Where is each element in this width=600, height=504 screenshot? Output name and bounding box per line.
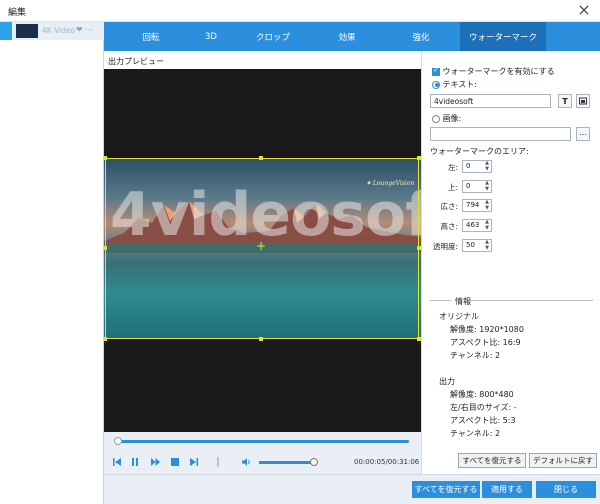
original-resolution: 解像度: 1920*1080 [450, 325, 524, 334]
opacity-label: 透明度: [432, 242, 458, 251]
height-value: 463 [466, 221, 480, 229]
opacity-value: 50 [466, 241, 475, 249]
height-label: 高さ: [440, 222, 458, 231]
tab-3d[interactable]: 3D [188, 22, 234, 51]
reset-default-button[interactable]: デフォルトに戻す [529, 453, 597, 468]
top-label: 上: [447, 183, 458, 192]
height-stepper[interactable]: 463 ▲ ▼ [462, 219, 492, 232]
footer-restore-all-button[interactable]: すべてを復元する [412, 481, 480, 498]
text-radio[interactable] [432, 80, 440, 89]
controls-divider [217, 457, 219, 467]
fast-forward-icon[interactable] [150, 457, 160, 467]
info-divider-right [470, 300, 593, 301]
tab-crop[interactable]: クロップ [234, 22, 312, 51]
left-stepper[interactable]: 0 ▲ ▼ [462, 160, 492, 173]
stepper-arrows-icon[interactable]: ▲ ▼ [485, 160, 489, 172]
skip-start-icon[interactable] [112, 457, 122, 467]
original-channels: チャンネル: 2 [450, 351, 501, 360]
text-style-icon[interactable]: T [558, 94, 572, 108]
volume-icon[interactable] [242, 457, 252, 467]
image-option-row[interactable]: 画像: [432, 113, 461, 124]
original-aspect: アスペクト比: 16:9 [450, 338, 521, 347]
output-resolution: 解像度: 800*480 [450, 390, 514, 399]
clip-thumbnail [16, 24, 38, 38]
image-radio[interactable] [432, 114, 440, 123]
title-bar: 編集 [0, 0, 600, 22]
watermark-text-input[interactable]: 4videosoft [430, 94, 551, 108]
output-channels: チャンネル: 2 [450, 429, 501, 438]
top-stepper[interactable]: 0 ▲ ▼ [462, 180, 492, 193]
info-divider-left [430, 300, 451, 301]
player-controls: 00:00:05/00:31:06 [104, 432, 421, 474]
edit-tabs: 回転 3D クロップ 効果 強化 ウォーターマーク [104, 22, 600, 51]
clip-list-panel: 4K Video ❤ ⋯ [0, 22, 104, 504]
watermark-area-label: ウォーターマークのエリア: [430, 147, 529, 156]
resize-handle-top[interactable] [259, 156, 263, 160]
text-option-row[interactable]: テキスト: [432, 79, 477, 90]
footer-bar: すべてを復元する 適用する 閉じる [104, 474, 600, 504]
resize-handle-tl[interactable] [103, 156, 107, 160]
text-color-icon[interactable] [576, 94, 590, 108]
pause-icon[interactable] [130, 457, 140, 467]
clip-selection-marker [0, 22, 12, 40]
volume-knob[interactable] [310, 458, 318, 466]
left-value: 0 [466, 162, 471, 170]
output-eye-size: 左/右目のサイズ: - [450, 403, 517, 412]
tab-rotate[interactable]: 回転 [114, 22, 188, 51]
restore-all-button[interactable]: すべてを復元する [458, 453, 526, 468]
center-crosshair-icon[interactable]: + [256, 239, 266, 253]
enable-watermark-checkbox[interactable] [432, 66, 440, 76]
progress-knob[interactable] [114, 437, 122, 445]
output-aspect: アスペクト比: 5:3 [450, 416, 516, 425]
image-option-label: 画像: [442, 114, 462, 123]
text-option-label: テキスト: [442, 80, 478, 89]
width-value: 794 [466, 201, 480, 209]
opacity-stepper[interactable]: 50 ▲ ▼ [462, 239, 492, 252]
enable-watermark-label: ウォーターマークを有効にする [442, 67, 555, 76]
clip-name: 4K Video [42, 26, 76, 35]
video-preview: 4videosoft ✷ LoungeVision + [103, 69, 421, 432]
apply-button[interactable]: 適用する [482, 481, 532, 498]
stop-icon[interactable] [170, 457, 180, 467]
enable-watermark-row[interactable]: ウォーターマークを有効にする [432, 66, 555, 77]
width-label: 広さ: [440, 202, 458, 211]
resize-handle-bottom[interactable] [259, 337, 263, 341]
stepper-arrows-icon[interactable]: ▲ ▼ [485, 239, 489, 251]
tab-watermark[interactable]: ウォーターマーク [460, 22, 546, 51]
tab-enhance[interactable]: 強化 [382, 22, 460, 51]
resize-handle-left[interactable] [103, 246, 107, 250]
progress-bar[interactable] [116, 440, 409, 443]
info-heading: 情報 [455, 297, 471, 306]
stepper-arrows-icon[interactable]: ▲ ▼ [485, 180, 489, 192]
stepper-arrows-icon[interactable]: ▲ ▼ [485, 219, 489, 231]
browse-image-button[interactable]: ⋯ [576, 127, 590, 141]
output-heading: 出力 [439, 377, 455, 386]
close-button[interactable]: 閉じる [536, 481, 596, 498]
image-path-input[interactable] [430, 127, 571, 141]
width-stepper[interactable]: 794 ▲ ▼ [462, 199, 492, 212]
window-title: 編集 [8, 8, 27, 18]
volume-slider[interactable] [259, 461, 314, 464]
skip-end-icon[interactable] [189, 457, 199, 467]
stepper-arrows-icon[interactable]: ▲ ▼ [485, 199, 489, 211]
original-heading: オリジナル [439, 312, 479, 321]
playback-time: 00:00:05/00:31:06 [354, 458, 420, 466]
close-icon[interactable] [576, 2, 592, 18]
clip-action-icons[interactable]: ❤ ⋯ [76, 25, 93, 34]
resize-handle-bl[interactable] [103, 337, 107, 341]
output-preview-label: 出力プレビュー [108, 57, 164, 66]
tab-effect[interactable]: 効果 [312, 22, 382, 51]
clip-item[interactable]: 4K Video ❤ ⋯ [0, 22, 104, 40]
left-label: 左: [447, 163, 458, 172]
top-value: 0 [466, 182, 471, 190]
watermark-settings-panel: ウォーターマークを有効にする テキスト: 4videosoft T 画像: ⋯ … [421, 51, 600, 474]
